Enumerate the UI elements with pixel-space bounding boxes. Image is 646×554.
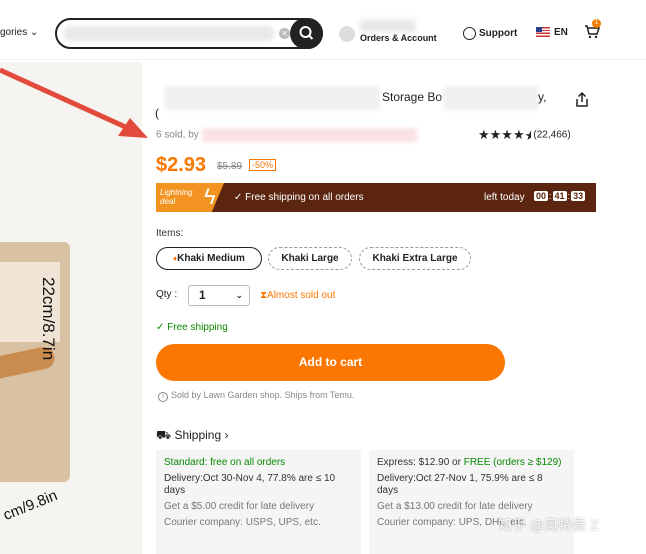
- express-credit: Get a $13.00 credit for late delivery: [377, 501, 533, 512]
- top-bar: gories ⌄ ✕ Orders & Account Support EN 1: [0, 0, 646, 60]
- option-khaki-large[interactable]: Khaki Large: [268, 247, 352, 270]
- timer-seconds: 33: [571, 191, 586, 201]
- hourglass-icon: ⧗: [260, 290, 268, 301]
- sold-by-label: Sold by Lawn Garden shop. Ships from Tem…: [171, 390, 355, 400]
- watermark: 知乎 @奥特曼 Z: [498, 517, 599, 533]
- categories-label: gories: [0, 27, 28, 38]
- express-title: Express: $12.90 or FREE (orders ≥ $129): [377, 457, 566, 469]
- redacted-title: [165, 86, 380, 110]
- redacted-title-2: [443, 86, 538, 110]
- shipping-heading[interactable]: ⛟ Shipping ›: [156, 428, 229, 444]
- search-input[interactable]: [65, 24, 275, 43]
- express-shipping-card: Express: $12.90 or FREE (orders ≥ $129) …: [369, 450, 574, 554]
- current-price: $2.93: [156, 154, 207, 176]
- option-khaki-extra-large[interactable]: Khaki Extra Large: [359, 247, 471, 270]
- share-icon: [576, 91, 588, 107]
- truck-icon: ⛟: [156, 428, 172, 442]
- countdown-timer: 00:41:33: [534, 191, 586, 201]
- lightning-deal-bar: Lightning deal ϟ ✓ Free shipping on all …: [156, 183, 596, 212]
- search-bar: ✕: [55, 18, 323, 49]
- info-icon: i: [158, 392, 168, 402]
- free-shipping-label: Free shipping: [167, 322, 228, 333]
- option-khaki-medium[interactable]: ♦Khaki Medium: [156, 247, 262, 270]
- standard-couriers: Courier company: USPS, UPS, etc.: [164, 517, 321, 528]
- categories-menu[interactable]: gories ⌄: [0, 27, 38, 38]
- timer-hours: 00: [534, 191, 549, 201]
- storage-box-illustration: [0, 242, 70, 482]
- option-label: Khaki Medium: [177, 253, 245, 264]
- deal-free-shipping-label: Free shipping on all orders: [245, 192, 364, 203]
- avatar: [339, 26, 355, 42]
- sold-count: 6 sold, by: [156, 128, 417, 142]
- discount-badge: -50%: [249, 159, 277, 171]
- title-visible-text: Storage Bo: [382, 90, 443, 104]
- dimension-height-label: 22cm/8.7in: [39, 277, 58, 361]
- stock-note-label: Almost sold out: [267, 290, 336, 301]
- express-title-free: FREE (orders ≥ $129): [463, 457, 562, 468]
- original-price: $5.89: [217, 161, 243, 172]
- title-line2: (: [155, 106, 159, 120]
- title-end-text: y,: [538, 90, 547, 104]
- cart-count-badge: 1: [592, 19, 601, 28]
- cart-button[interactable]: 1: [584, 19, 601, 39]
- chevron-down-icon: ⌄: [235, 290, 243, 300]
- deal-free-shipping: ✓ Free shipping on all orders: [234, 192, 364, 203]
- redacted-seller: [201, 128, 417, 142]
- language-selector[interactable]: EN: [536, 27, 568, 38]
- orders-label: Orders & Account: [360, 33, 437, 43]
- standard-shipping-card: Standard: free on all orders Delivery:Oc…: [156, 450, 361, 554]
- items-label: Items:: [156, 228, 184, 239]
- shipping-heading-label: Shipping: [174, 428, 222, 442]
- express-delivery: Delivery:Oct 27-Nov 1, 75.9% are ≤ 8 day…: [377, 473, 543, 496]
- qty-label: Qty :: [156, 289, 178, 300]
- rating-count: (22,466): [533, 129, 571, 141]
- dimension-width-label: cm/9.8in: [0, 486, 60, 525]
- chevron-down-icon: ⌄: [30, 27, 39, 38]
- chevron-right-icon: ›: [224, 428, 229, 442]
- rating[interactable]: ★★★★★ (22,466): [478, 127, 571, 143]
- check-icon: ✓: [234, 192, 243, 203]
- product-image[interactable]: 22cm/8.7in cm/9.8in: [0, 62, 142, 554]
- search-icon: [299, 26, 314, 40]
- sold-by-note: i Sold by Lawn Garden shop. Ships from Te…: [158, 390, 354, 402]
- support-icon: [463, 27, 476, 40]
- standard-delivery: Delivery:Oct 30-Nov 4, 77.8% are ≤ 10 da…: [164, 473, 336, 496]
- add-to-cart-button[interactable]: Add to cart: [156, 344, 505, 381]
- search-button[interactable]: [290, 18, 323, 49]
- option-label: Khaki Extra Large: [372, 253, 458, 264]
- check-icon: ✓: [156, 322, 165, 333]
- quantity-select[interactable]: 1 ⌄: [188, 285, 250, 306]
- redacted-username: [360, 20, 415, 32]
- language-label: EN: [554, 27, 568, 38]
- sold-prefix: 6 sold, by: [156, 129, 199, 141]
- standard-title: Standard: free on all orders: [164, 457, 286, 468]
- support-label: Support: [479, 28, 518, 40]
- standard-credit: Get a $5.00 credit for late delivery: [164, 501, 315, 512]
- us-flag-icon: [536, 27, 550, 38]
- express-title-prefix: Express: $12.90 or: [377, 457, 464, 468]
- stock-note: ⧗Almost sold out: [260, 290, 335, 301]
- timer-minutes: 41: [552, 191, 567, 201]
- left-today-label: left today: [484, 192, 525, 203]
- share-button[interactable]: [574, 91, 590, 108]
- option-label: Khaki Large: [281, 253, 339, 264]
- quantity-value: 1: [199, 288, 206, 302]
- support-link[interactable]: Support: [463, 27, 517, 40]
- star-rating-icon: ★★★★★: [478, 127, 531, 144]
- lightning-icon: ϟ: [204, 184, 216, 209]
- lightning-deal-label: Lightning deal: [160, 188, 193, 206]
- clear-icon[interactable]: ✕: [279, 28, 290, 39]
- free-shipping-note: ✓ Free shipping: [156, 322, 228, 333]
